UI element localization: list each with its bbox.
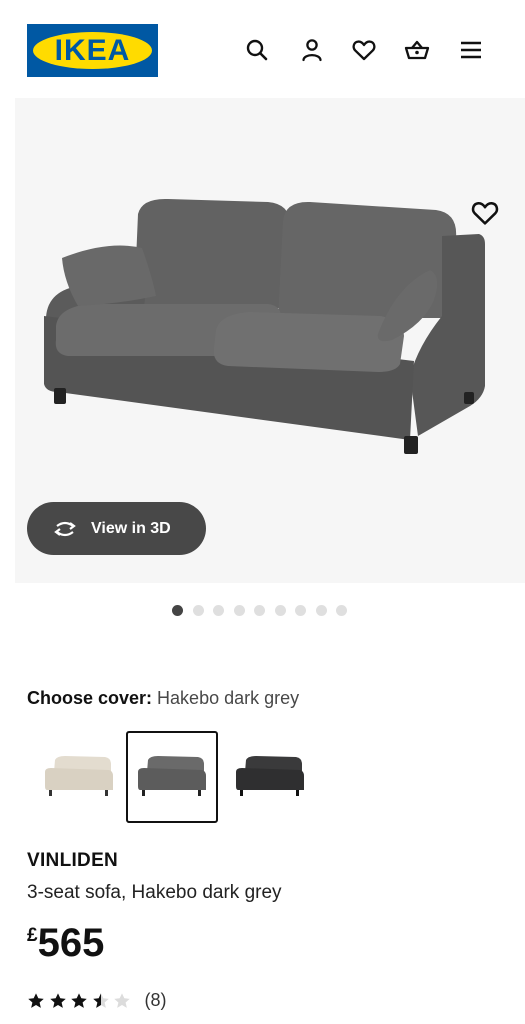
pagination-dot[interactable] [254, 605, 265, 616]
site-header: IKEA [0, 0, 525, 100]
empty-star-icon [113, 992, 131, 1010]
star-icon [27, 992, 45, 1010]
pagination-dot[interactable] [213, 605, 224, 616]
star-icon [49, 992, 67, 1010]
cover-selected-value: Hakebo dark grey [157, 688, 300, 708]
cover-option-dark-grey[interactable] [126, 731, 218, 823]
view-in-3d-label: View in 3D [91, 519, 171, 537]
pagination-dot[interactable] [315, 605, 327, 616]
account-icon[interactable] [299, 37, 325, 63]
product-price: £ 565 [27, 922, 104, 964]
ikea-logo[interactable]: IKEA [27, 24, 158, 77]
pagination-dot[interactable] [233, 605, 245, 616]
menu-icon[interactable] [458, 37, 484, 63]
rotate-icon [54, 521, 76, 536]
sofa-thumbnail [45, 756, 113, 796]
search-icon[interactable] [244, 37, 270, 63]
pagination-dot[interactable] [295, 605, 306, 616]
sofa-thumbnail [138, 756, 206, 796]
cover-selector-heading: Choose cover: Hakebo dark grey [27, 688, 299, 709]
price-currency: £ [27, 925, 38, 946]
half-star-icon [92, 992, 110, 1010]
cover-option-black[interactable] [224, 731, 316, 823]
product-image [44, 198, 485, 454]
heart-icon[interactable] [351, 37, 377, 63]
star-icon [70, 992, 88, 1010]
product-description: 3-seat sofa, Hakebo dark grey [27, 882, 282, 903]
basket-icon[interactable] [404, 37, 430, 63]
cover-option-beige[interactable] [33, 731, 125, 823]
sofa-thumbnail [236, 756, 304, 796]
pagination-dot[interactable] [336, 605, 347, 616]
cover-label: Choose cover: [27, 688, 153, 708]
logo-text: IKEA [54, 34, 131, 67]
view-in-3d-button[interactable]: View in 3D [27, 502, 206, 555]
pagination-dot[interactable] [274, 605, 286, 616]
pagination-dot[interactable] [192, 605, 204, 616]
price-value: 565 [37, 921, 105, 965]
pagination-dot-active[interactable] [172, 605, 183, 616]
image-pagination[interactable] [172, 605, 347, 617]
product-name: VINLIDEN [27, 850, 119, 871]
product-rating[interactable]: (8) [27, 990, 167, 1011]
review-count[interactable]: (8) [145, 990, 167, 1011]
